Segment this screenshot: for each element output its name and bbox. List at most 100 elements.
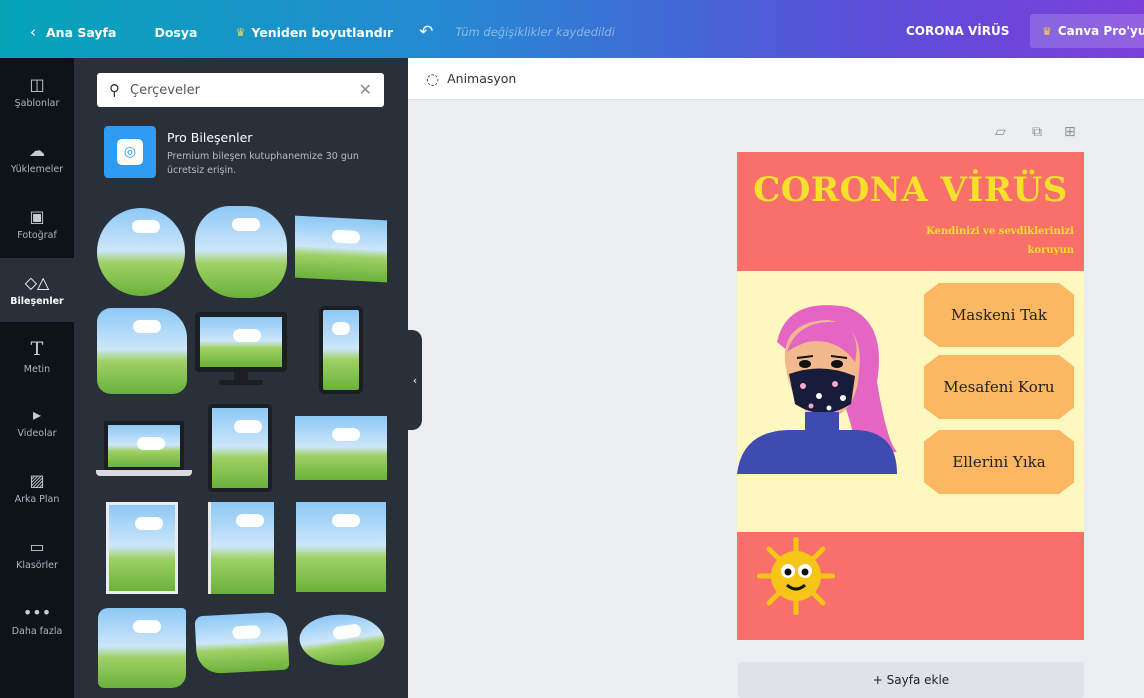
rail-item-folders[interactable]: ▭ Klasörler [0, 522, 74, 586]
rail-item-videos[interactable]: ▸ Videolar [0, 390, 74, 454]
rail-item-background[interactable]: ▨ Arka Plan [0, 456, 74, 520]
frame-book[interactable] [106, 502, 178, 594]
resize-button[interactable]: ♛ Yeniden boyutlandır [235, 15, 393, 49]
tip-box[interactable]: Mesafeni Koru [924, 355, 1074, 419]
rail-item-label: Şablonlar [14, 98, 60, 109]
photo-icon: ▣ [29, 207, 45, 226]
home-button[interactable]: ‹ Ana Sayfa [30, 15, 116, 49]
rail-item-more[interactable]: ••• Daha fazla [0, 588, 74, 652]
frame-torn[interactable] [98, 608, 186, 688]
cloud-shape [331, 229, 360, 244]
frame-blob[interactable] [97, 308, 187, 394]
virus-illustration[interactable] [757, 537, 835, 615]
top-bar: ‹ Ana Sayfa Dosya ♛ Yeniden boyutlandır … [0, 0, 1144, 58]
cloud-upload-icon: ☁ [29, 141, 45, 160]
elements-panel: ⚲ ✕ ◎ Pro Bileşenler Premium bileşen kut… [74, 58, 408, 698]
crown-icon: ♛ [1042, 24, 1052, 38]
document-title[interactable]: CORONA VİRÜS [906, 14, 1009, 48]
cloud-shape [135, 517, 164, 530]
close-icon[interactable]: ✕ [359, 80, 372, 99]
animation-icon: ◌ [426, 69, 440, 88]
tip-box[interactable]: Ellerini Yıka [924, 430, 1074, 494]
tip-box[interactable]: Maskeni Tak [924, 283, 1074, 347]
rail-item-text[interactable]: T Metin [0, 324, 74, 388]
rail-item-uploads[interactable]: ☁ Yüklemeler [0, 126, 74, 190]
canva-editor: ‹ Ana Sayfa Dosya ♛ Yeniden boyutlandır … [0, 0, 1144, 698]
cloud-shape [136, 437, 165, 450]
pro-elements-promo[interactable]: ◎ Pro Bileşenler Premium bileşen kutupha… [104, 126, 394, 182]
elements-icon: ◇△ [24, 273, 50, 292]
canva-pro-button[interactable]: ♛ Canva Pro'yu [1030, 14, 1144, 48]
design-title[interactable]: CORONA VİRÜS [737, 170, 1084, 210]
girl-mask-illustration[interactable] [737, 302, 907, 474]
frame-desktop[interactable] [195, 312, 287, 372]
search-input[interactable] [130, 82, 340, 98]
template-icon: ◫ [29, 75, 45, 94]
folder-icon: ▭ [29, 537, 45, 556]
duplicate-page-icon[interactable]: ⧉ [1032, 124, 1042, 140]
cloud-shape [231, 218, 260, 231]
save-status: Tüm değişiklikler kaydedildi [455, 25, 615, 39]
frame-tilted[interactable] [295, 215, 387, 283]
frame-laptop[interactable] [104, 421, 184, 471]
collapse-panel-button[interactable]: ‹ [408, 330, 422, 430]
undo-icon[interactable]: ↶ [419, 15, 433, 49]
rail-item-label: Metin [23, 363, 51, 375]
frame-photo-strip[interactable] [295, 416, 387, 480]
frame-circle[interactable] [97, 208, 185, 296]
design-subtitle[interactable]: Kendinizi ve sevdiklerinizi koruyun [894, 222, 1074, 260]
animation-button[interactable]: Animasyon [447, 71, 516, 86]
rail-item-elements[interactable]: ◇△ Bileşenler [0, 258, 74, 322]
rail-item-label: Klasörler [16, 560, 58, 571]
cloud-shape [133, 320, 161, 333]
cloud-shape [236, 514, 265, 527]
crown-icon: ♛ [235, 25, 246, 39]
chevron-left-icon: ‹ [30, 23, 36, 41]
cloud-shape [132, 220, 161, 233]
video-icon: ▸ [32, 405, 42, 424]
cloud-shape [332, 514, 360, 527]
frame-scalloped[interactable] [195, 206, 287, 298]
frame-phone[interactable] [319, 306, 363, 394]
cloud-shape [331, 428, 360, 441]
promo-title: Pro Bileşenler [167, 130, 253, 145]
resize-label: Yeniden boyutlandır [251, 24, 394, 40]
rail-item-photos[interactable]: ▣ Fotoğraf [0, 192, 74, 256]
pro-elements-logo: ◎ [104, 126, 156, 178]
add-page-button[interactable]: + Sayfa ekle [738, 662, 1084, 698]
add-page-icon[interactable]: ⊞ [1064, 124, 1076, 140]
text-icon: T [30, 337, 44, 360]
rail-item-label: Daha fazla [11, 626, 63, 637]
cloud-shape [234, 420, 263, 433]
rail-item-label: Fotoğraf [17, 230, 57, 241]
frame-tablet[interactable] [208, 404, 272, 492]
canva-pro-label: Canva Pro'yu [1057, 24, 1144, 38]
cloud-shape [133, 620, 162, 633]
file-menu[interactable]: Dosya [154, 15, 197, 49]
desktop-base [219, 380, 263, 385]
cloud-shape [331, 623, 362, 641]
frame-poster[interactable] [208, 502, 274, 594]
rail-item-templates[interactable]: ◫ Şablonlar [0, 60, 74, 124]
design-page[interactable]: CORONA VİRÜS Kendinizi ve sevdiklerinizi… [737, 152, 1084, 640]
home-label: Ana Sayfa [46, 24, 117, 40]
frame-brush-stroke[interactable] [296, 608, 388, 672]
note-icon[interactable]: ▱ [995, 124, 1006, 140]
rail-item-label: Arka Plan [14, 494, 60, 505]
rail-item-label: Yüklemeler [10, 164, 64, 175]
cloud-shape [232, 329, 261, 342]
more-icon: ••• [22, 603, 52, 622]
background-icon: ▨ [29, 471, 45, 490]
elements-icon: ◎ [117, 139, 143, 165]
cloud-shape [231, 625, 261, 640]
editor-toolbar: ◌ Animasyon [408, 58, 1144, 100]
search-box: ⚲ ✕ [97, 73, 384, 107]
frame-brush[interactable] [194, 611, 290, 675]
search-icon: ⚲ [109, 81, 120, 99]
rail-item-label: Bileşenler [10, 296, 64, 307]
side-rail: ◫ Şablonlar ☁ Yüklemeler ▣ Fotoğraf ◇△ B… [0, 58, 74, 698]
cloud-shape [332, 322, 350, 335]
laptop-base [96, 470, 192, 476]
frame-square[interactable] [296, 502, 386, 592]
rail-item-label: Videolar [17, 428, 57, 439]
